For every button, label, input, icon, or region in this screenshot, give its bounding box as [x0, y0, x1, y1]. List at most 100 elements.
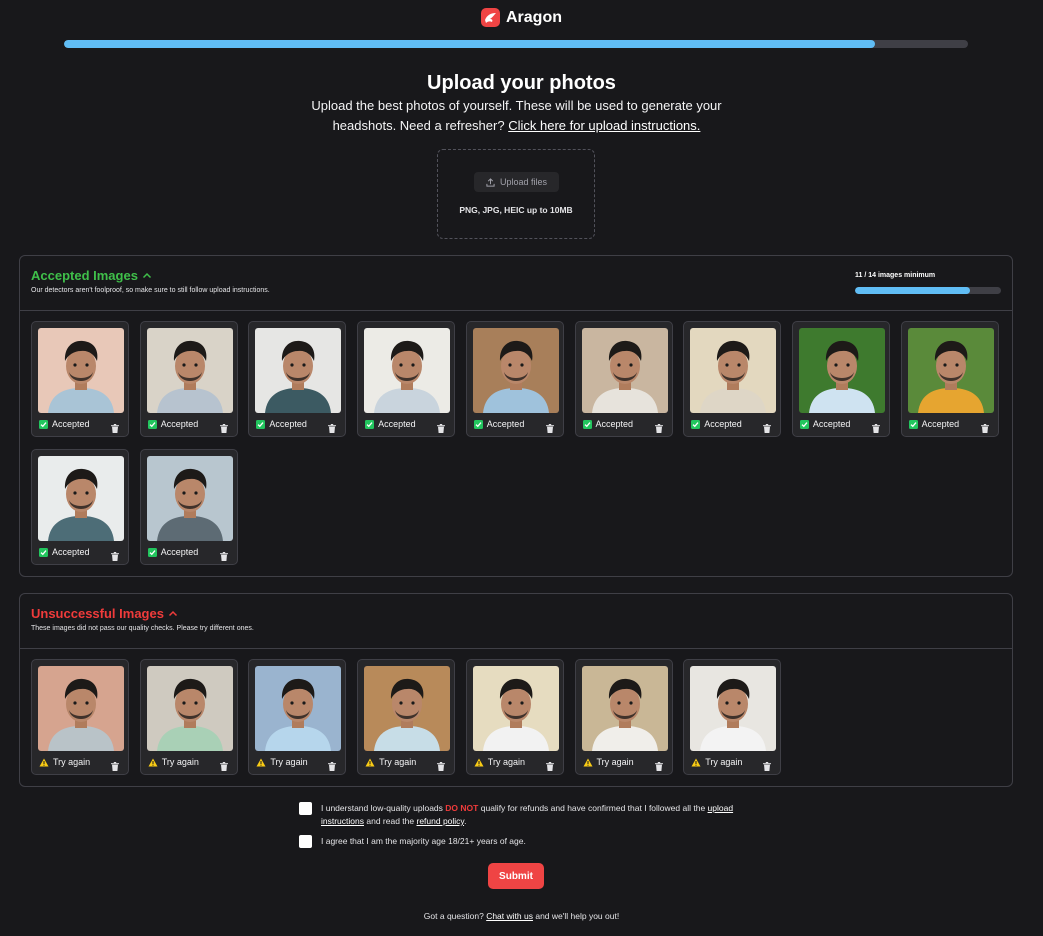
- status-label: Try again: [53, 757, 91, 767]
- trash-icon[interactable]: [871, 420, 880, 433]
- image-card[interactable]: Try again: [574, 659, 673, 775]
- refund-consent-emphasis: DO NOT: [445, 803, 479, 813]
- trash-icon[interactable]: [763, 420, 772, 433]
- accepted-panel-header[interactable]: Accepted Images Our detectors aren't foo…: [20, 256, 1012, 311]
- image-card[interactable]: Try again: [31, 659, 129, 775]
- image-thumbnail: [38, 456, 124, 541]
- help-pre: Got a question?: [423, 911, 484, 921]
- chevron-up-icon[interactable]: [168, 610, 178, 617]
- images-minimum-progress: [855, 287, 1001, 294]
- image-thumbnail: [798, 328, 885, 413]
- status-label: Try again: [161, 757, 199, 767]
- checkbox-checked-icon: [147, 547, 157, 557]
- image-card[interactable]: Accepted: [357, 321, 456, 437]
- image-card[interactable]: Accepted: [900, 321, 999, 437]
- aragon-logo-icon: [481, 8, 500, 27]
- image-card[interactable]: Try again: [683, 659, 782, 775]
- warning-icon: [474, 758, 484, 767]
- try-again-status: Try again: [39, 757, 90, 767]
- trash-icon[interactable]: [980, 420, 989, 433]
- image-card[interactable]: Try again: [465, 659, 564, 775]
- trash-icon[interactable]: [545, 420, 554, 433]
- image-thumbnail: [146, 328, 233, 413]
- trash-icon[interactable]: [219, 548, 228, 561]
- try-again-status: Try again: [365, 757, 416, 767]
- upload-dropzone[interactable]: Upload files PNG, JPG, HEIC up to 10MB: [437, 149, 595, 239]
- accepted-title-text: Accepted Images: [31, 268, 138, 283]
- trash-icon[interactable]: [437, 420, 446, 433]
- trash-icon[interactable]: [219, 758, 228, 771]
- image-card[interactable]: Try again: [139, 659, 238, 775]
- warning-icon: [39, 758, 49, 767]
- submit-button[interactable]: Submit: [488, 863, 544, 889]
- status-label: Accepted: [704, 419, 742, 429]
- chevron-up-icon[interactable]: [142, 272, 152, 279]
- image-thumbnail: [472, 328, 559, 413]
- image-thumbnail: [255, 328, 342, 413]
- trash-icon[interactable]: [763, 758, 772, 771]
- trash-icon[interactable]: [437, 758, 446, 771]
- page-title: Upload your photos: [427, 72, 616, 94]
- image-thumbnail: [581, 666, 668, 751]
- refund-consent-pre: I understand low-quality uploads: [321, 803, 443, 813]
- status-label: Try again: [705, 757, 743, 767]
- refund-consent-and: and read the: [366, 816, 415, 826]
- status-label: Accepted: [52, 419, 90, 429]
- image-card[interactable]: Accepted: [465, 321, 564, 437]
- image-card[interactable]: Accepted: [139, 449, 238, 565]
- image-card[interactable]: Accepted: [791, 321, 890, 437]
- checkbox-checked-icon: [256, 419, 266, 429]
- try-again-status: Try again: [148, 757, 199, 767]
- warning-icon: [365, 758, 375, 767]
- accepted-status: Accepted: [582, 419, 633, 429]
- chat-with-us-link[interactable]: Chat with us: [486, 911, 533, 921]
- image-card[interactable]: Accepted: [574, 321, 673, 437]
- status-label: Accepted: [812, 419, 851, 429]
- status-label: Accepted: [921, 419, 960, 429]
- page-subtitle: Upload the best photos of yourself. Thes…: [300, 96, 733, 136]
- refund-consent-text: I understand low-quality uploads DO NOT …: [321, 802, 739, 828]
- accepted-status: Accepted: [147, 419, 199, 429]
- trash-icon[interactable]: [328, 758, 337, 771]
- image-card[interactable]: Accepted: [31, 449, 129, 565]
- status-label: Accepted: [160, 419, 199, 429]
- image-card[interactable]: Accepted: [31, 321, 129, 437]
- upload-files-button[interactable]: Upload files: [474, 172, 559, 192]
- trash-icon[interactable]: [111, 548, 119, 561]
- image-card[interactable]: Try again: [248, 659, 347, 775]
- trash-icon[interactable]: [111, 758, 119, 771]
- image-card[interactable]: Accepted: [139, 321, 238, 437]
- refund-policy-link[interactable]: refund policy: [416, 816, 464, 826]
- age-consent-row: I agree that I am the majority age 18/21…: [299, 835, 739, 849]
- image-card[interactable]: Accepted: [248, 321, 347, 437]
- upload-instructions-link[interactable]: Click here for upload instructions.: [508, 118, 700, 133]
- refund-consent-checkbox[interactable]: [299, 802, 312, 815]
- image-thumbnail: [472, 666, 559, 751]
- image-card[interactable]: Try again: [357, 659, 456, 775]
- trash-icon[interactable]: [111, 420, 119, 433]
- warning-icon: [148, 758, 158, 767]
- image-card[interactable]: Accepted: [683, 321, 782, 437]
- age-consent-checkbox[interactable]: [299, 835, 312, 848]
- trash-icon[interactable]: [328, 420, 337, 433]
- trash-icon[interactable]: [654, 420, 663, 433]
- age-consent-text: I agree that I am the majority age 18/21…: [321, 836, 526, 846]
- try-again-status: Try again: [474, 757, 525, 767]
- checkbox-checked-icon: [147, 419, 157, 429]
- image-thumbnail: [907, 328, 994, 413]
- onboarding-progress-fill: [64, 40, 875, 48]
- image-thumbnail: [255, 666, 342, 751]
- status-label: Try again: [487, 757, 525, 767]
- trash-icon[interactable]: [654, 758, 663, 771]
- unsuccessful-panel-title: Unsuccessful Images: [31, 606, 178, 621]
- accepted-panel-title: Accepted Images: [31, 268, 152, 283]
- accepted-status: Accepted: [691, 419, 742, 429]
- unsuccessful-panel-header[interactable]: Unsuccessful Images These images did not…: [20, 594, 1012, 649]
- try-again-status: Try again: [691, 757, 742, 767]
- trash-icon[interactable]: [545, 758, 554, 771]
- image-thumbnail: [690, 328, 777, 413]
- accepted-status: Accepted: [473, 419, 525, 429]
- unsuccessful-title-text: Unsuccessful Images: [31, 606, 164, 621]
- status-label: Accepted: [486, 419, 525, 429]
- trash-icon[interactable]: [219, 420, 228, 433]
